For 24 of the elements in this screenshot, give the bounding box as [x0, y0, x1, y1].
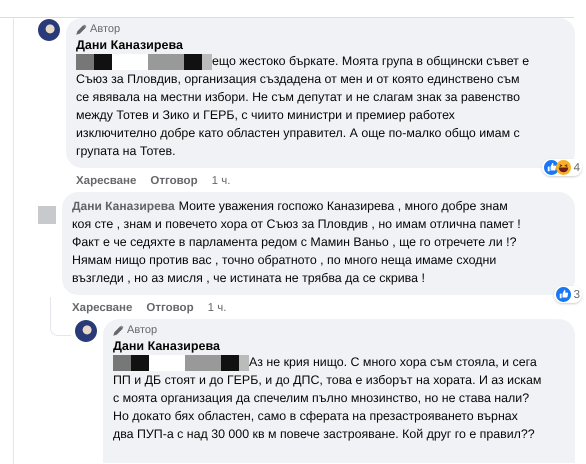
comment-action-link[interactable]: Харесване	[76, 175, 136, 187]
pencil-icon	[76, 24, 87, 34]
author-label: Автор	[90, 23, 120, 35]
author-name[interactable]: Дани Каназирева	[113, 339, 565, 353]
pencil-icon	[113, 324, 124, 336]
comment-text: ПП и ДБ стоят и до ГЕРБ, и до ДПС, това е изборът на хората. И аз искам с моята организация да спечелим пълно мнозинство, но не става нали? Но докато бях областен, само в сферата на презастрояването върнах два ПУП-а с над 30 000 кв м повече застрояване. Кой друг го е правил??	[113, 372, 542, 443]
comment-action-link[interactable]: Отговор	[150, 175, 198, 187]
comment-time[interactable]: 1 ч.	[212, 175, 230, 187]
comment-text: Моите уважения госпожо Каназирева , много добре знам	[178, 198, 508, 215]
author-label: Автор	[127, 324, 158, 336]
reaction-summary[interactable]: 4	[542, 159, 582, 176]
avatar[interactable]	[75, 320, 97, 342]
thread-connector-line	[50, 297, 71, 336]
comment-text: ещо жестоко бъркате. Моята група в общински съвет е	[212, 53, 530, 70]
comment-action-link[interactable]: Харесване	[72, 302, 132, 314]
mention-name[interactable]: Дани Каназирева	[72, 197, 175, 215]
comment-time[interactable]: 1 ч.	[208, 302, 226, 314]
comment-text: Аз не крия нищо. С много хора съм стояла, и сега	[249, 354, 537, 371]
comment-action-link[interactable]: Отговор	[146, 302, 194, 314]
comment-text: Съюз за Пловдив, организация създадена от мен и от която единствено съм се явявала на местни избори. Не съм депутат и не слагам знак за равенство между Тотев и Зико и ГЕРБ, с чиито министри и премиер работех изключително добре като областен управител. А още по-малко общо имам с групата на Тотев.	[76, 71, 521, 160]
reaction-summary[interactable]: 3	[554, 286, 582, 303]
avatar[interactable]	[38, 19, 60, 41]
comment-text: коя сте , знам и повечето хора от Съюз за Пловдив , но имам отлична памет ! Факт е че седяхте в парламента редом с Мамин Ваньо , ще го отречете ли !? Нямам нищо против вас , точно обратното , по много неща имаме сходни възгледи , но аз мисля , че истината не трябва да се скрива !	[72, 216, 522, 287]
author-name[interactable]: Дани Каназирева	[76, 38, 565, 52]
